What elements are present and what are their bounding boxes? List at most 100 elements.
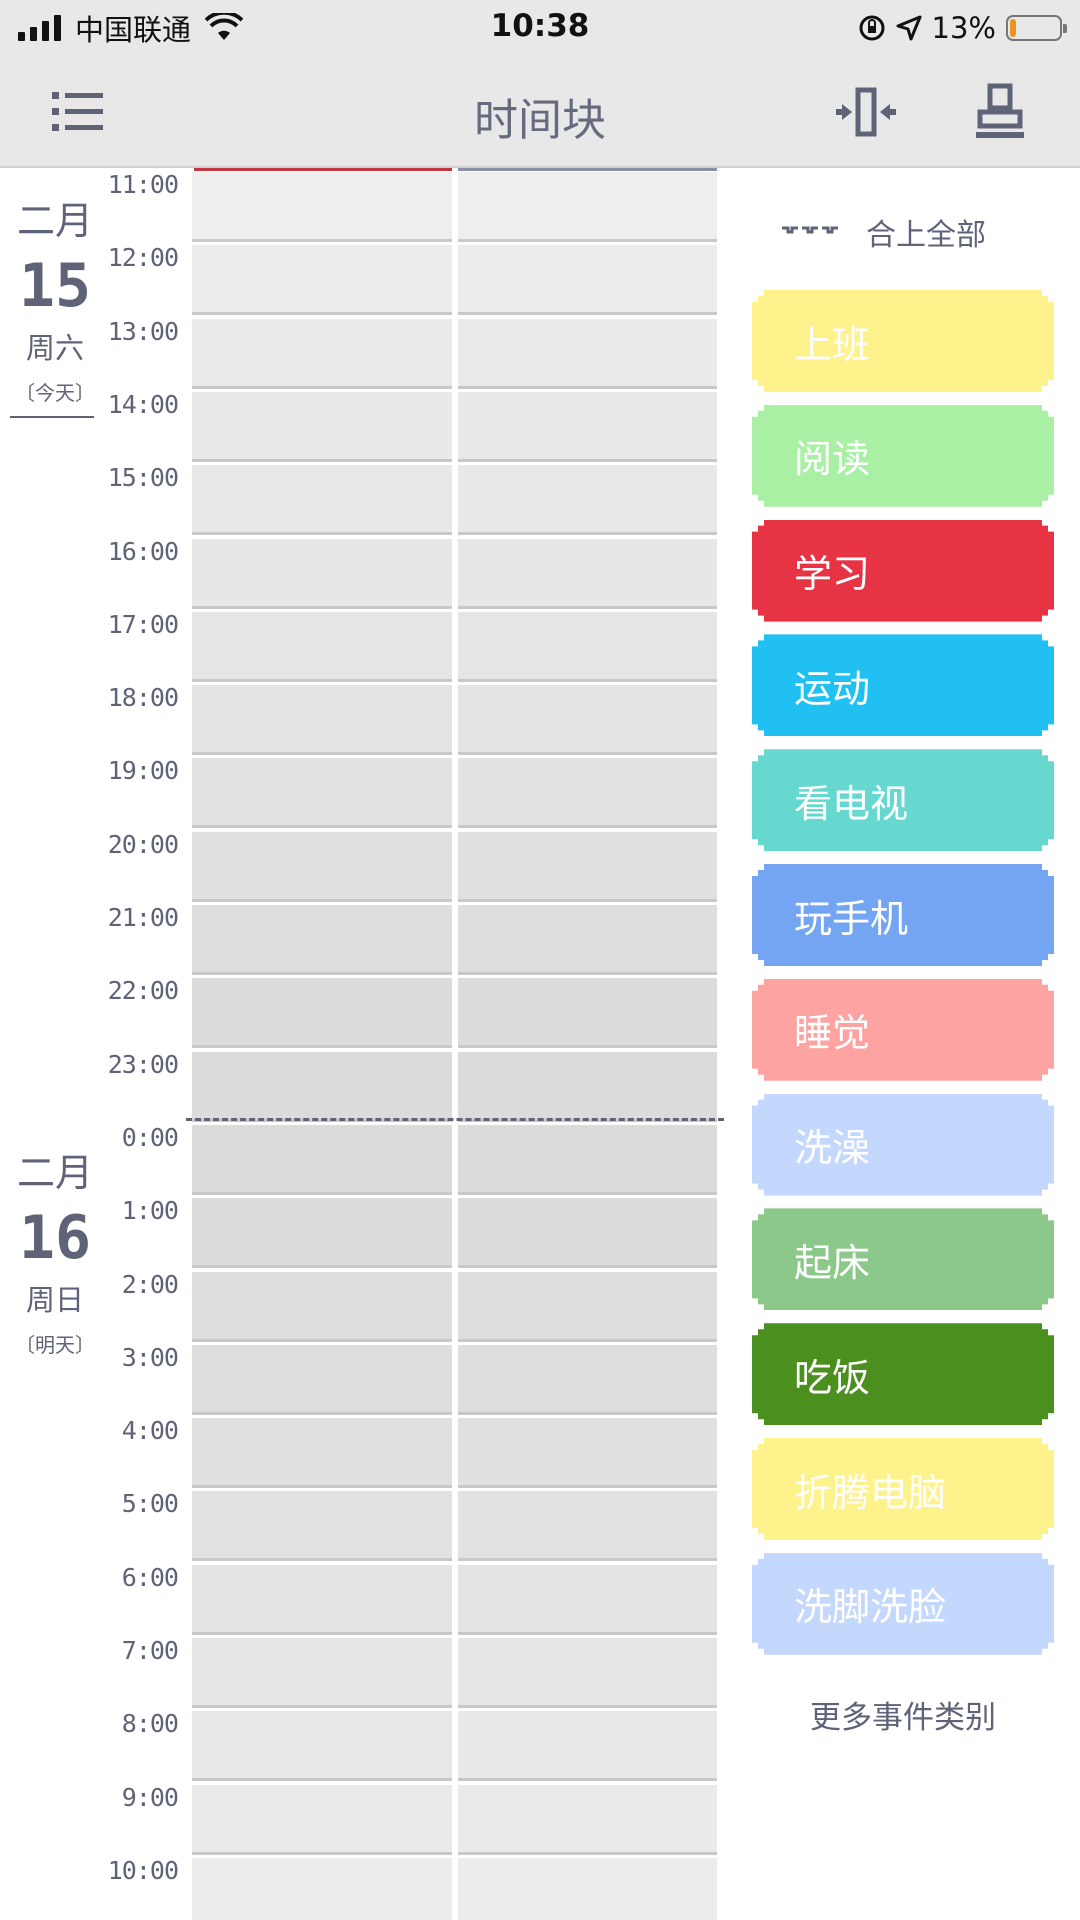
time-slot-cell[interactable] bbox=[458, 1052, 717, 1122]
time-slot-cell[interactable] bbox=[192, 832, 452, 902]
time-slot-cell[interactable] bbox=[192, 1785, 452, 1855]
status-right: 13% bbox=[858, 8, 1067, 48]
category-button[interactable]: 洗澡 bbox=[752, 1094, 1054, 1196]
time-slot-cell[interactable] bbox=[192, 1711, 452, 1781]
hour-row bbox=[190, 905, 720, 978]
time-slot-cell[interactable] bbox=[458, 1491, 717, 1561]
hour-label: 13:00 bbox=[107, 317, 179, 346]
time-slot-cell[interactable] bbox=[458, 392, 717, 462]
time-slot-cell[interactable] bbox=[192, 612, 452, 682]
date-block-tomorrow: 二月 16 周日 〔明天〕 bbox=[0, 1142, 110, 1358]
category-button[interactable]: 运动 bbox=[752, 634, 1054, 736]
time-slot-cell[interactable] bbox=[192, 245, 452, 315]
category-button[interactable]: 上班 bbox=[752, 290, 1054, 392]
time-slot-cell[interactable] bbox=[458, 758, 717, 828]
time-slot-cell[interactable] bbox=[192, 978, 452, 1048]
date-block-today: 二月 15 周六 〔今天〕 bbox=[0, 190, 110, 406]
time-slot-cell[interactable] bbox=[458, 539, 717, 609]
time-slot-cell[interactable] bbox=[458, 1711, 717, 1781]
category-button[interactable]: 洗脚洗脸 bbox=[752, 1553, 1054, 1655]
date-weekday: 周六 bbox=[25, 331, 84, 365]
time-slot-cell[interactable] bbox=[458, 319, 717, 389]
time-slot-cell[interactable] bbox=[192, 465, 452, 535]
date-month: 二月 bbox=[16, 1151, 93, 1195]
time-slot-cell[interactable] bbox=[458, 1272, 717, 1342]
midnight-divider bbox=[186, 1118, 724, 1121]
time-slot-cell[interactable] bbox=[458, 978, 717, 1048]
time-slot-cell[interactable] bbox=[192, 1198, 452, 1268]
hour-label: 23:00 bbox=[107, 1050, 179, 1079]
time-slot-cell[interactable] bbox=[192, 1491, 452, 1561]
date-month: 二月 bbox=[16, 199, 93, 243]
time-slot-cell[interactable] bbox=[192, 539, 452, 609]
category-button[interactable]: 看电视 bbox=[752, 749, 1054, 851]
time-slot-cell[interactable] bbox=[192, 685, 452, 755]
time-slot-cell[interactable] bbox=[458, 1125, 717, 1195]
hour-row bbox=[190, 758, 720, 831]
hour-label: 1:00 bbox=[121, 1196, 179, 1225]
hour-row bbox=[190, 1638, 720, 1711]
time-slot-cell[interactable] bbox=[192, 1272, 452, 1342]
category-button[interactable]: 吃饭 bbox=[752, 1323, 1054, 1425]
time-slot-cell[interactable] bbox=[458, 465, 717, 535]
time-slot-cell[interactable] bbox=[458, 1345, 717, 1415]
category-button[interactable]: 阅读 bbox=[752, 405, 1054, 507]
hour-row bbox=[190, 1198, 720, 1271]
time-slot-cell[interactable] bbox=[458, 1198, 717, 1268]
category-button[interactable]: 学习 bbox=[752, 520, 1054, 622]
time-slot-cell[interactable] bbox=[458, 1858, 717, 1920]
category-button[interactable]: 起床 bbox=[752, 1208, 1054, 1310]
time-slot-cell[interactable] bbox=[192, 172, 452, 242]
hour-row bbox=[190, 172, 720, 245]
category-button[interactable]: 玩手机 bbox=[752, 864, 1054, 966]
event-strip[interactable] bbox=[194, 168, 452, 171]
time-slot-cell[interactable] bbox=[192, 1638, 452, 1708]
hour-label: 20:00 bbox=[107, 830, 179, 859]
collapse-all-label: 合上全部 bbox=[866, 218, 986, 253]
time-slot-cell[interactable] bbox=[458, 1418, 717, 1488]
more-categories-link[interactable]: 更多事件类别 bbox=[752, 1692, 1054, 1737]
zoom-width-icon bbox=[836, 87, 896, 137]
time-slot-cell[interactable] bbox=[458, 245, 717, 315]
collapse-all-button[interactable]: 合上全部 bbox=[780, 210, 1060, 254]
zoom-width-button[interactable] bbox=[832, 78, 900, 146]
time-slot-cell[interactable] bbox=[458, 1785, 717, 1855]
time-slot-cell[interactable] bbox=[192, 905, 452, 975]
time-slot-cell[interactable] bbox=[458, 172, 717, 242]
time-block-grid[interactable] bbox=[190, 168, 720, 1920]
app-header: 时间块 bbox=[0, 56, 1080, 168]
time-slot-cell[interactable] bbox=[192, 1125, 452, 1195]
hour-label: 3:00 bbox=[121, 1343, 179, 1372]
date-day: 16 bbox=[18, 1203, 92, 1273]
category-button[interactable]: 睡觉 bbox=[752, 979, 1054, 1081]
time-slot-cell[interactable] bbox=[458, 1638, 717, 1708]
category-button[interactable]: 折腾电脑 bbox=[752, 1438, 1054, 1540]
hour-row bbox=[190, 539, 720, 612]
time-slot-cell[interactable] bbox=[458, 832, 717, 902]
time-slot-cell[interactable] bbox=[192, 1345, 452, 1415]
hour-row bbox=[190, 612, 720, 685]
event-strip[interactable] bbox=[458, 168, 717, 171]
time-slot-cell[interactable] bbox=[458, 905, 717, 975]
hour-label: 0:00 bbox=[121, 1123, 179, 1152]
time-slot-cell[interactable] bbox=[192, 1858, 452, 1920]
hour-row bbox=[190, 1125, 720, 1198]
time-slot-cell[interactable] bbox=[458, 1565, 717, 1635]
time-slot-cell[interactable] bbox=[192, 1418, 452, 1488]
hour-row bbox=[190, 1785, 720, 1858]
stamp-icon bbox=[976, 83, 1024, 138]
time-slot-cell[interactable] bbox=[192, 319, 452, 389]
stamp-button[interactable] bbox=[966, 78, 1034, 146]
hour-label: 16:00 bbox=[107, 537, 179, 566]
hour-label: 14:00 bbox=[107, 390, 179, 419]
time-slot-cell[interactable] bbox=[192, 1052, 452, 1122]
time-slot-cell[interactable] bbox=[192, 1565, 452, 1635]
time-slot-cell[interactable] bbox=[458, 612, 717, 682]
time-slot-cell[interactable] bbox=[192, 392, 452, 462]
battery-icon bbox=[1006, 15, 1067, 41]
hour-label: 18:00 bbox=[107, 683, 179, 712]
date-relative: 〔今天〕 bbox=[15, 381, 95, 405]
hour-label: 6:00 bbox=[121, 1563, 179, 1592]
time-slot-cell[interactable] bbox=[192, 758, 452, 828]
time-slot-cell[interactable] bbox=[458, 685, 717, 755]
